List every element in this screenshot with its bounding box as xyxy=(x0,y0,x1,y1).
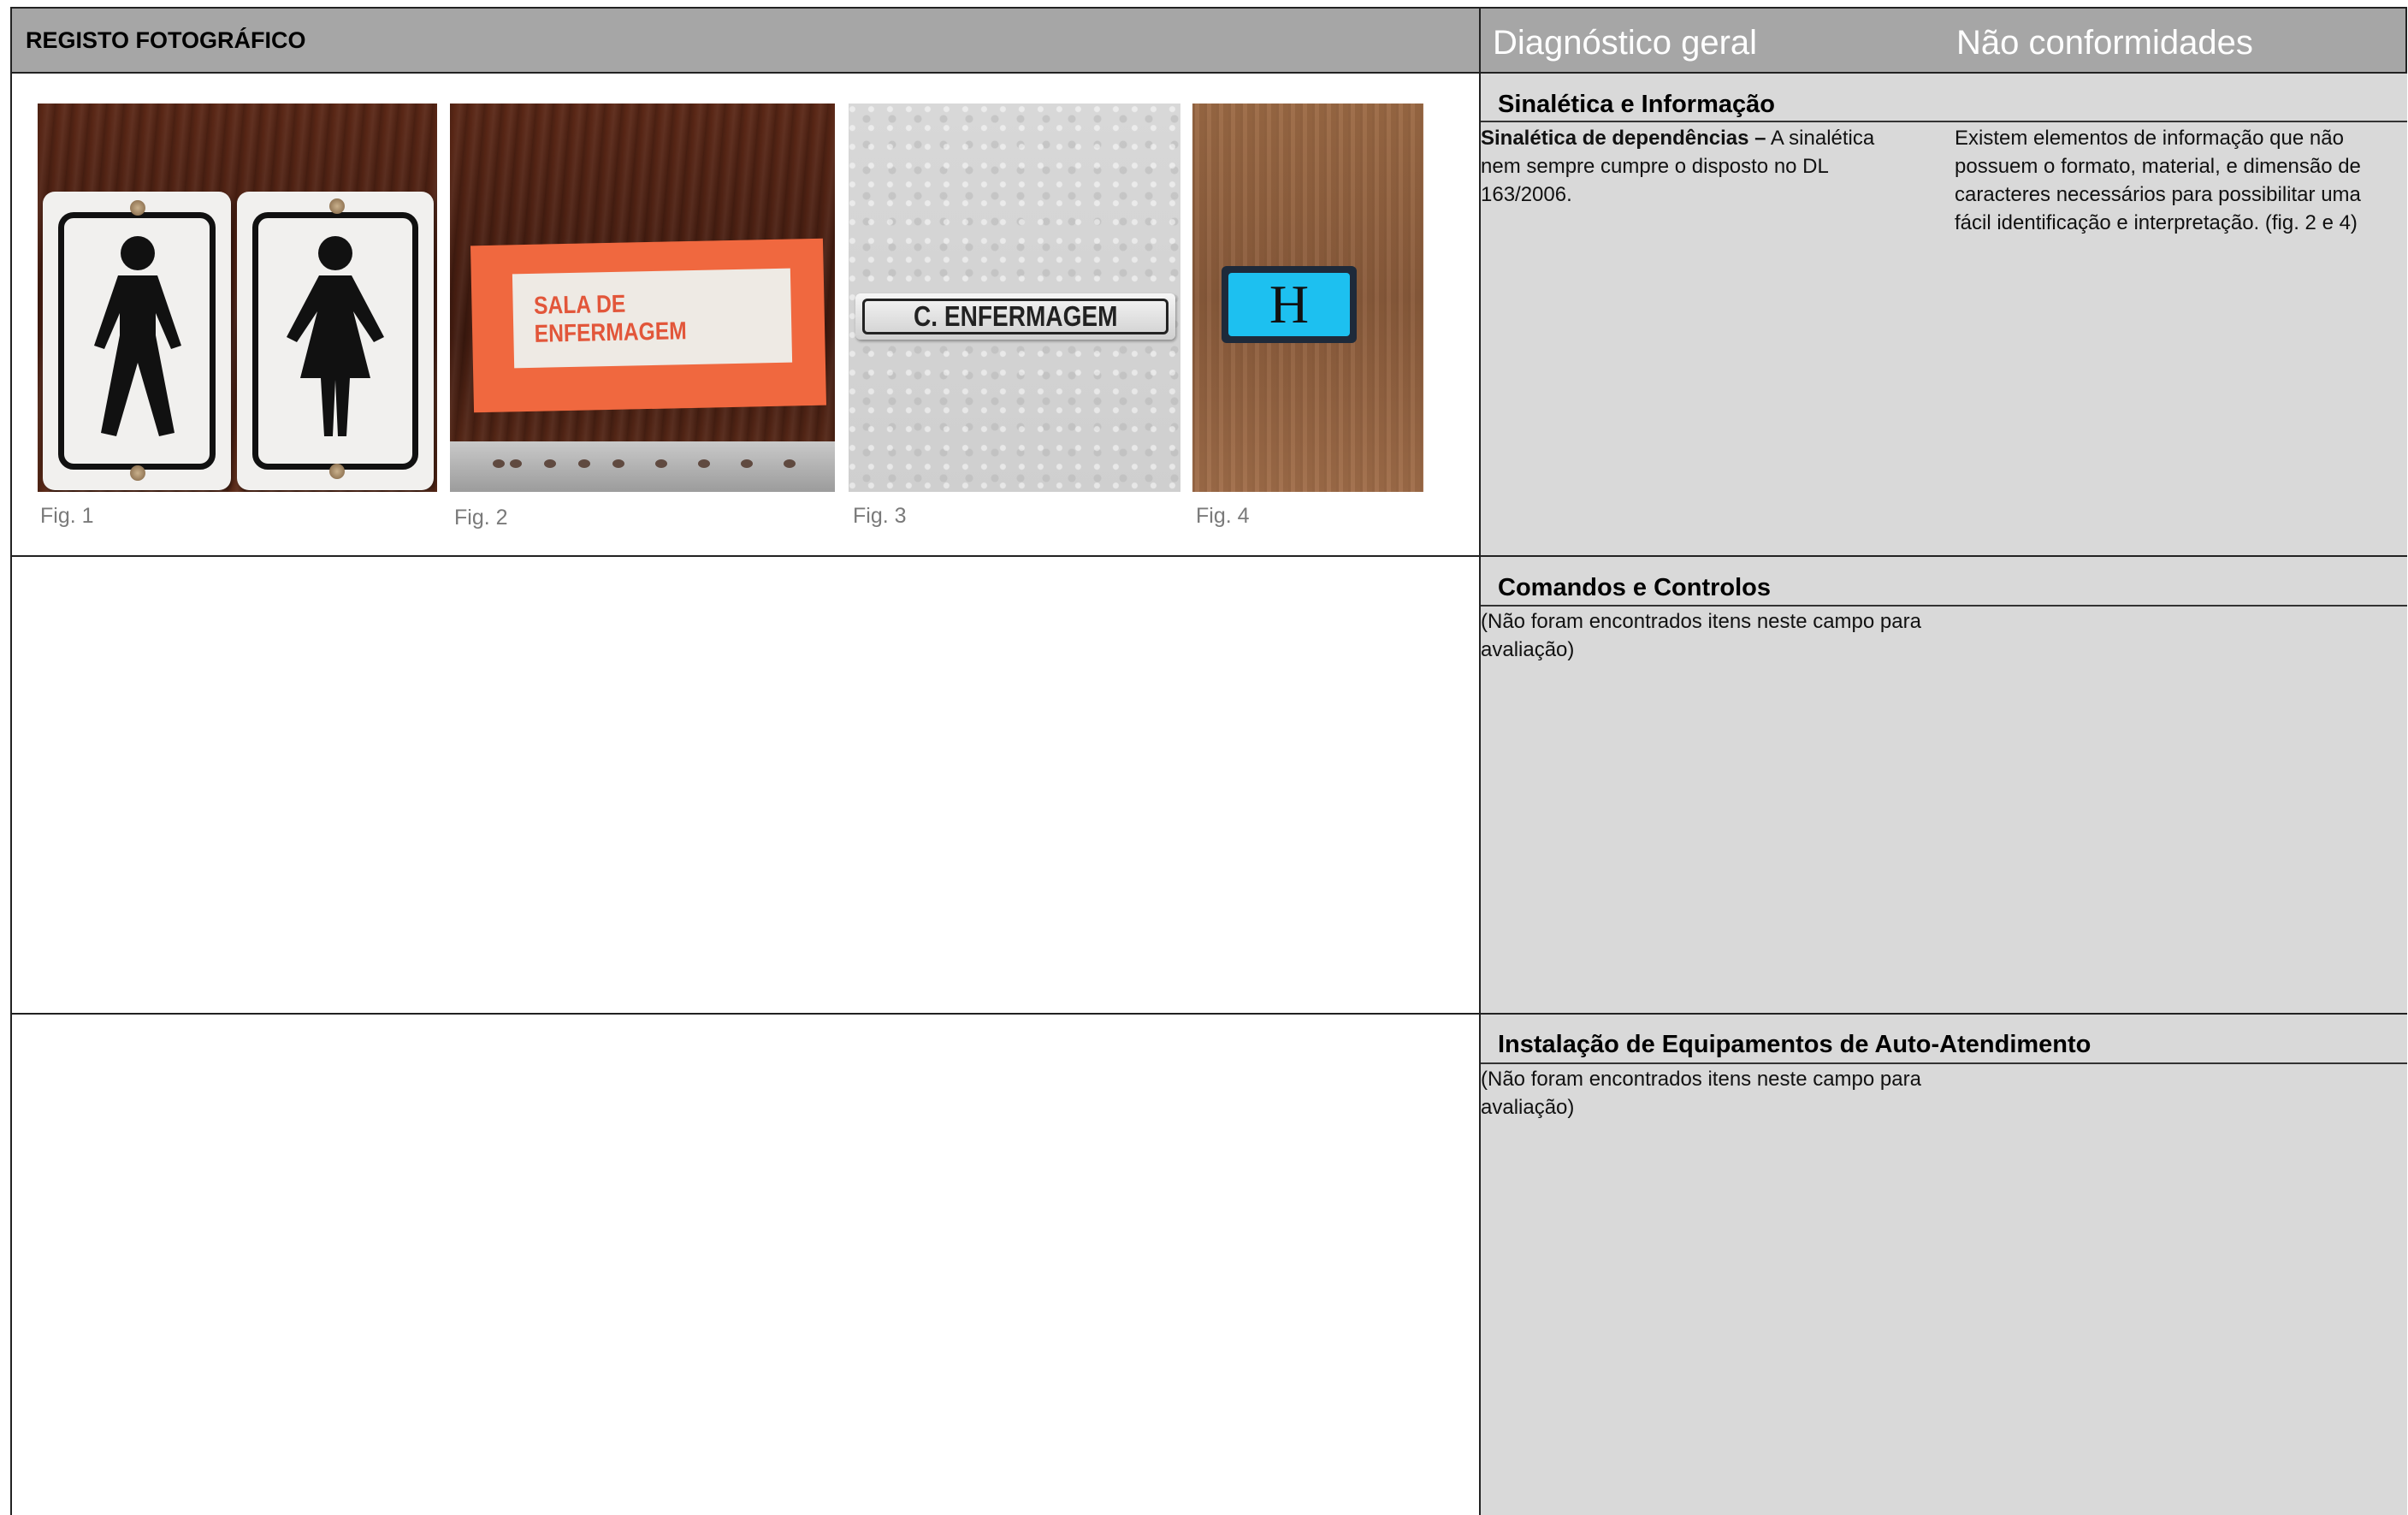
diagnosis-column xyxy=(1481,74,2407,1515)
figure-4-caption: Fig. 4 xyxy=(1196,504,1250,528)
figure-2-caption: Fig. 2 xyxy=(454,506,508,530)
section-title-self-service: Instalação de Equipamentos de Auto-Atend… xyxy=(1498,1031,2091,1058)
signage-diagnosis-lead: Sinalética de dependências – xyxy=(1481,127,1766,150)
signage-nonconformity-text: Existem elementos de informação que não … xyxy=(1955,127,2361,234)
non-conformities-heading: Não conformidades xyxy=(1956,24,2253,62)
column-divider xyxy=(1479,7,1481,1515)
section-rule xyxy=(1481,1062,2407,1064)
section-title-controls: Comandos e Controlos xyxy=(1498,574,1772,601)
section-rule xyxy=(1481,605,2407,607)
female-figure-icon xyxy=(287,236,384,436)
figure-1-caption: Fig. 1 xyxy=(40,504,94,528)
self-service-diagnosis-text: (Não foram encontrados itens neste campo… xyxy=(1481,1068,1921,1119)
photo-record-heading: REGISTO FOTOGRÁFICO xyxy=(26,27,306,53)
section-rule xyxy=(1481,121,2407,122)
female-sign-plate xyxy=(237,192,434,490)
section-title-signage: Sinalética e Informação xyxy=(1498,91,1775,118)
figure-2-sign-text: SALA DE ENFERMAGEM xyxy=(533,290,688,348)
figure-2-nursing-room-label: SALA DE ENFERMAGEM xyxy=(450,104,835,492)
row-divider xyxy=(10,555,2407,557)
figure-1-restroom-signs xyxy=(38,104,437,492)
male-figure-icon xyxy=(94,236,181,436)
figure-3-sign-text: C. ENFERMAGEM xyxy=(913,300,1118,332)
figure-3-metal-sign: C. ENFERMAGEM xyxy=(849,104,1180,492)
table-header-row: REGISTO FOTOGRÁFICO Diagnóstico geral Nã… xyxy=(12,9,2405,74)
figure-3-caption: Fig. 3 xyxy=(853,504,907,528)
figure-4-h-sign: H xyxy=(1192,104,1423,492)
signage-diagnosis-text: Sinalética de dependências – A sinalétic… xyxy=(1481,124,1908,209)
male-sign-plate xyxy=(43,192,231,490)
row-divider xyxy=(10,1013,2407,1015)
general-diagnosis-heading: Diagnóstico geral xyxy=(1493,24,1758,62)
figure-4-sign-text: H xyxy=(1269,274,1310,334)
controls-diagnosis-text: (Não foram encontrados itens neste campo… xyxy=(1481,610,1921,661)
